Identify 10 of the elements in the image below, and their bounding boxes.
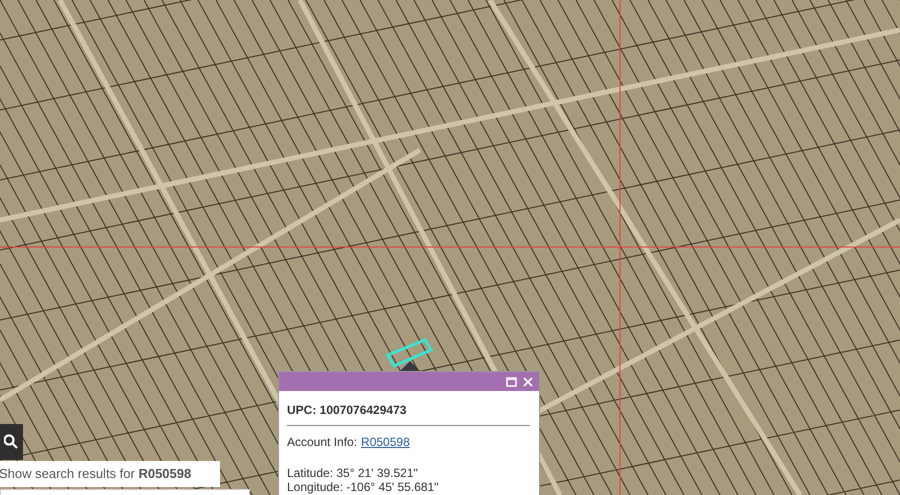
search-icon [4,434,20,450]
upc-label: UPC: 1007076429473 [287,401,530,426]
search-button[interactable] [0,424,23,460]
longitude-text: Longitude: -106° 45' 55.681" [287,480,440,494]
account-label: Account Info: [287,434,358,451]
account-link[interactable]: R050598 [361,433,410,451]
latitude-text: Latitude: 35° 21' 39.521" [287,466,419,480]
close-icon[interactable] [523,376,533,386]
selected-parcel-outline [386,338,434,368]
maximize-icon[interactable] [506,376,517,386]
